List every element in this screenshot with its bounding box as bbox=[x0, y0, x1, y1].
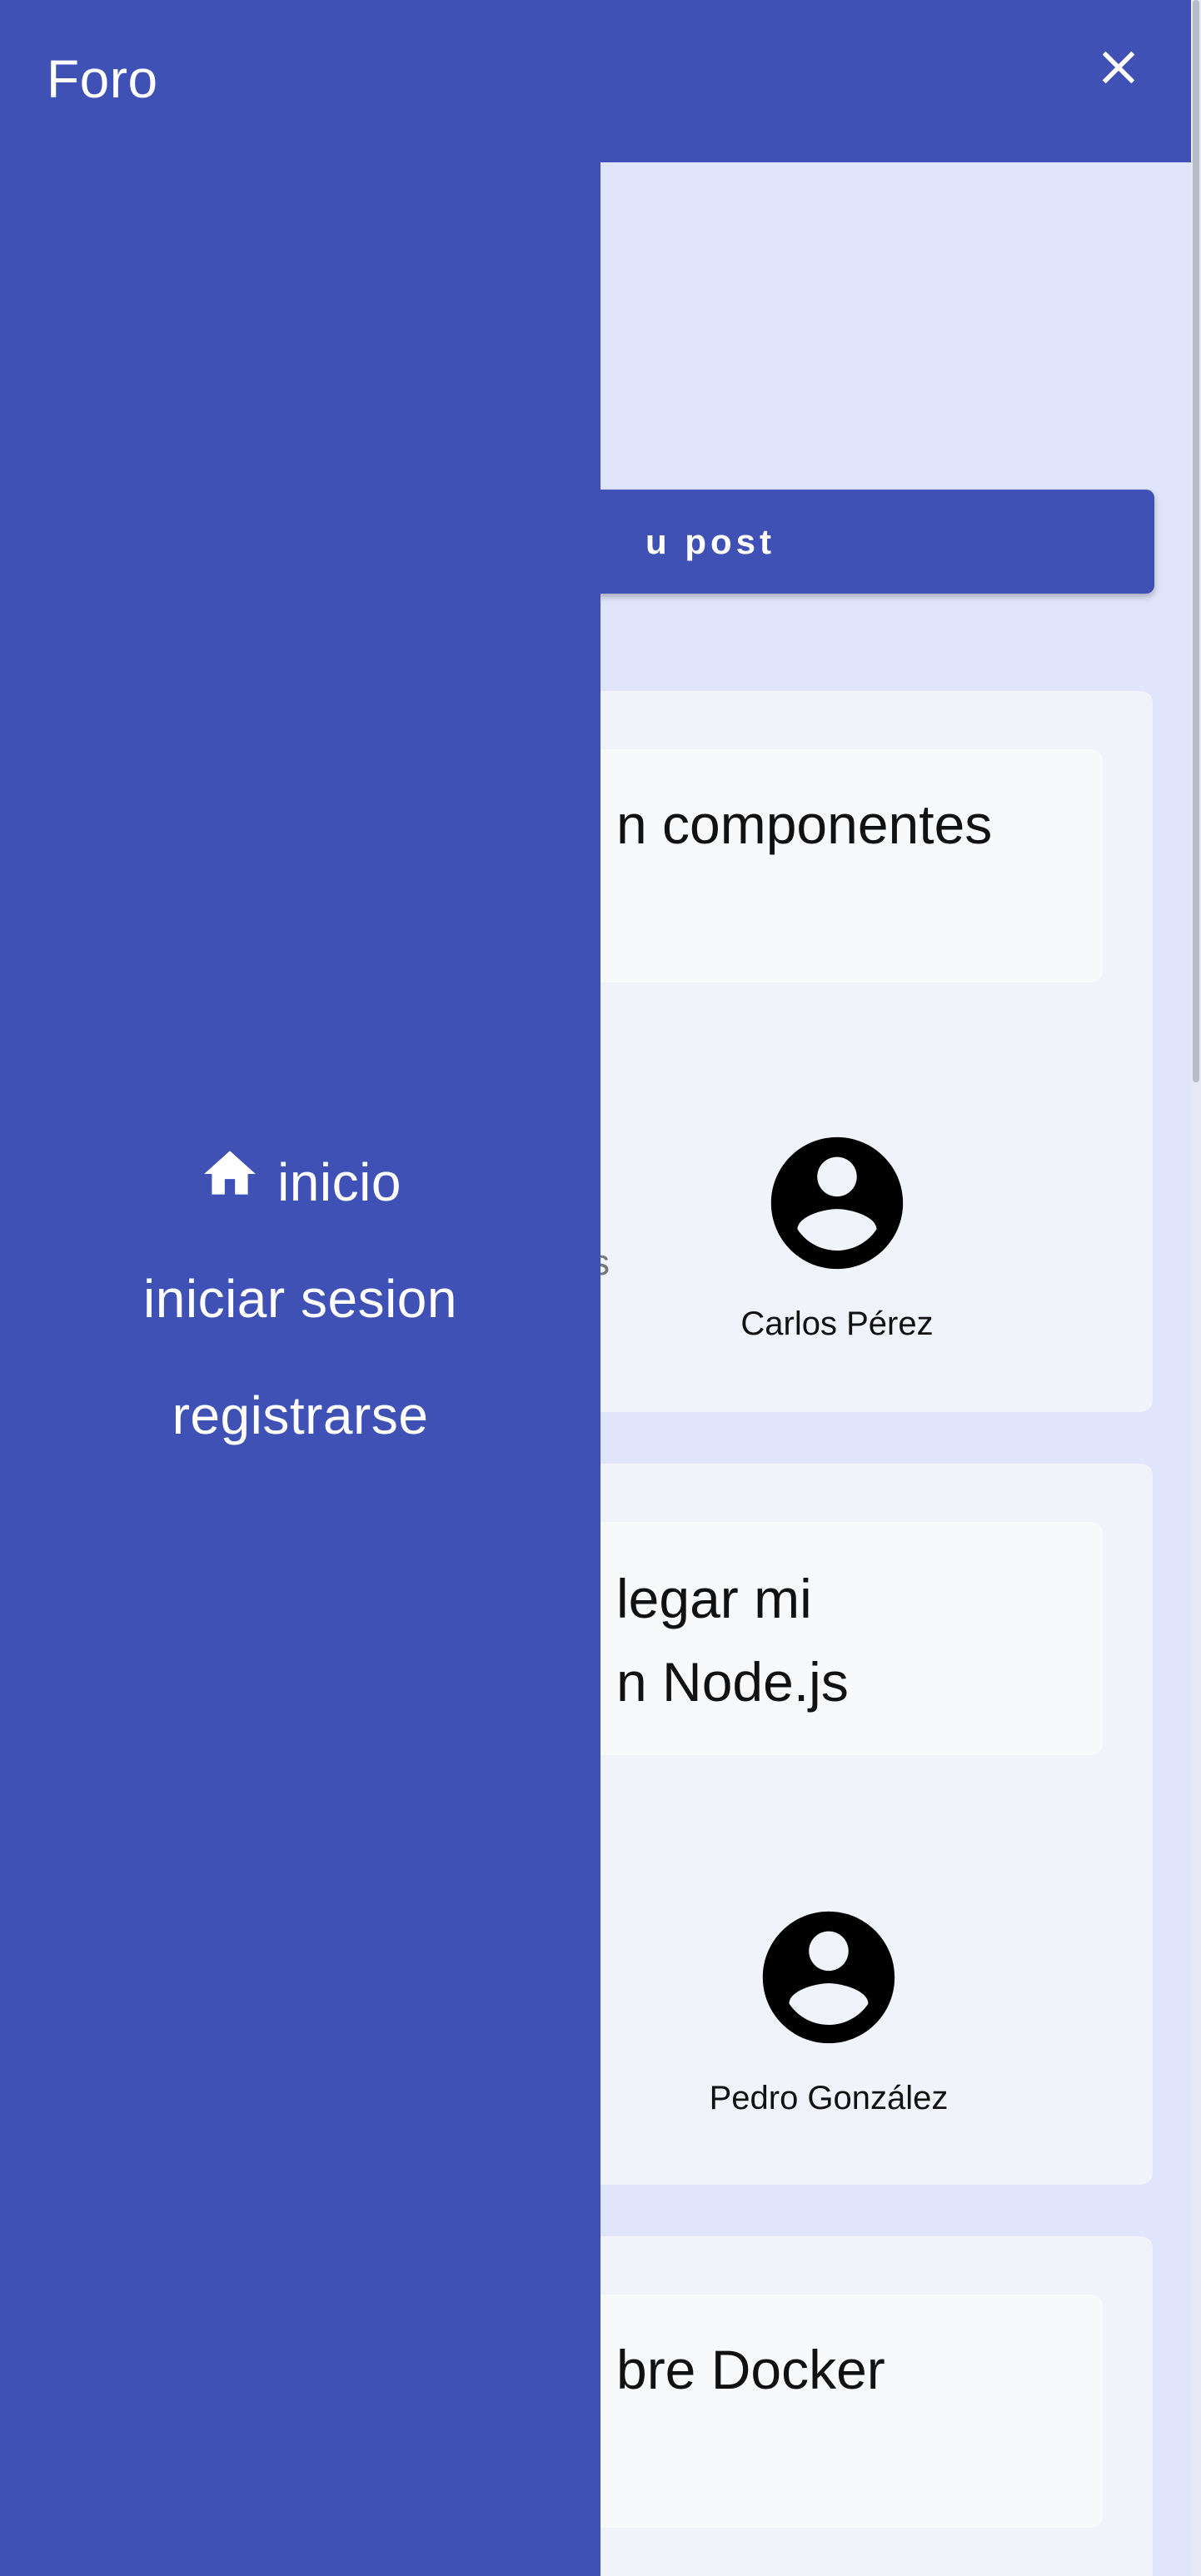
account-circle-icon bbox=[762, 1911, 895, 2044]
author-name: Carlos Pérez bbox=[740, 1305, 934, 1342]
close-button[interactable] bbox=[1091, 40, 1146, 95]
nav-item-inicio[interactable]: inicio bbox=[199, 1124, 401, 1241]
top-app-bar: Foro bbox=[0, 0, 1191, 162]
create-post-label: u post bbox=[645, 521, 775, 561]
post-author[interactable]: Carlos Pérez bbox=[650, 1124, 1024, 1343]
navigation-drawer: inicio iniciar sesion registrarse bbox=[0, 162, 600, 2576]
app-title: Foro bbox=[47, 49, 158, 109]
nav-item-iniciar-sesion[interactable]: iniciar sesion bbox=[143, 1241, 457, 1357]
page-scrollbar[interactable] bbox=[1191, 0, 1201, 2576]
nav-item-label: inicio bbox=[277, 1152, 401, 1212]
account-circle-icon bbox=[770, 1136, 904, 1270]
drawer-nav: inicio iniciar sesion registrarse bbox=[0, 1124, 600, 1474]
nav-item-label: iniciar sesion bbox=[143, 1269, 457, 1329]
home-icon bbox=[204, 1151, 256, 1195]
author-name: Pedro González bbox=[709, 2080, 949, 2116]
nav-item-registrarse[interactable]: registrarse bbox=[172, 1357, 429, 1474]
scrollbar-thumb[interactable] bbox=[1193, 0, 1199, 1082]
post-author[interactable]: Pedro González bbox=[641, 1898, 1016, 2117]
close-icon bbox=[1102, 51, 1135, 84]
nav-item-label: registrarse bbox=[172, 1385, 429, 1445]
